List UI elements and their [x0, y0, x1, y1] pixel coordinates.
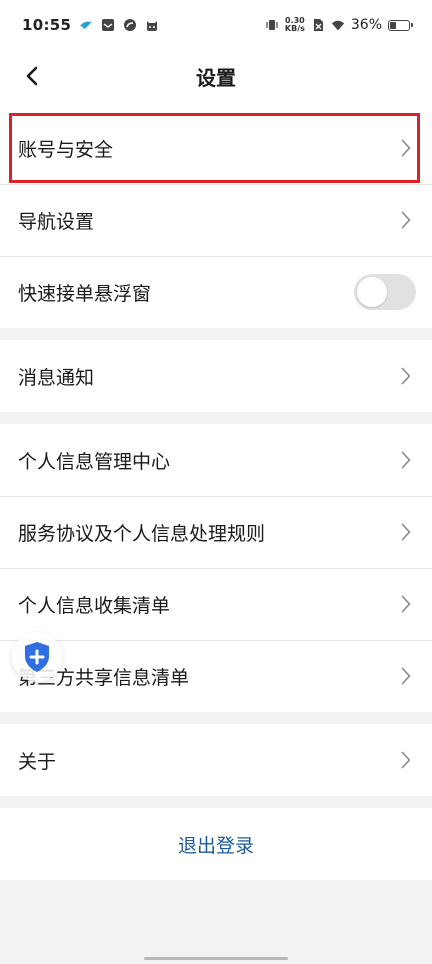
- section-gap: [0, 328, 432, 340]
- section-gap: [0, 412, 432, 424]
- home-indicator: [144, 957, 288, 960]
- top-spacer: [0, 102, 432, 112]
- battery-fill: [390, 21, 396, 29]
- chevron-left-icon: [26, 66, 38, 86]
- page-title: 设置: [196, 65, 236, 90]
- section-gap: [0, 796, 432, 808]
- service-agreement-label: 服务协议及个人信息处理规则: [18, 522, 266, 545]
- logout-button[interactable]: 退出登录: [0, 808, 432, 880]
- about-row[interactable]: 关于: [0, 724, 432, 796]
- chevron-right-icon: [398, 450, 414, 470]
- sim-off-icon: [311, 18, 325, 32]
- message-notification-label: 消息通知: [18, 366, 95, 389]
- chevron-right-icon: [398, 666, 414, 686]
- section-gap: [0, 712, 432, 724]
- personal-info-center-row[interactable]: 个人信息管理中心: [0, 424, 432, 496]
- chevron-right-icon: [398, 522, 414, 542]
- about-label: 关于: [18, 750, 57, 773]
- chevron-right-icon: [398, 366, 414, 386]
- bird-icon: [79, 18, 93, 32]
- quick-order-float-label: 快速接单悬浮窗: [18, 282, 152, 305]
- net-speed-unit: KB/s: [284, 24, 305, 33]
- status-right: 0.30 KB/s 36%: [265, 17, 413, 33]
- quick-order-float-row: 快速接单悬浮窗: [0, 256, 432, 328]
- logout-label: 退出登录: [177, 834, 254, 857]
- vibrate-icon: [265, 18, 279, 32]
- floating-shield-button[interactable]: [12, 632, 62, 682]
- navigation-settings-label: 导航设置: [18, 210, 95, 233]
- message-notification-row[interactable]: 消息通知: [0, 340, 432, 412]
- cat-icon: [145, 18, 159, 32]
- account-security-label: 账号与安全: [18, 138, 114, 161]
- chevron-right-icon: [398, 594, 414, 614]
- toggle-knob: [357, 277, 387, 307]
- mail-icon: [101, 18, 115, 32]
- service-agreement-row[interactable]: 服务协议及个人信息处理规则: [0, 496, 432, 568]
- personal-info-list-label: 个人信息收集清单: [18, 594, 171, 617]
- account-security-row[interactable]: 账号与安全: [0, 112, 432, 184]
- third-party-list-row[interactable]: 第三方共享信息清单: [0, 640, 432, 712]
- chevron-right-icon: [398, 138, 414, 158]
- notification-group: 消息通知: [0, 340, 432, 412]
- navigation-settings-row[interactable]: 导航设置: [0, 184, 432, 256]
- shield-plus-icon: [25, 642, 49, 672]
- net-speed: 0.30 KB/s: [285, 17, 305, 33]
- battery-icon: [388, 19, 413, 31]
- privacy-group: 个人信息管理中心 服务协议及个人信息处理规则 个人信息收集清单 第三方共享信息清…: [0, 424, 432, 712]
- quick-order-float-toggle[interactable]: [354, 274, 416, 310]
- nav-bar: 设置: [0, 50, 432, 102]
- chevron-right-icon: [398, 750, 414, 770]
- personal-info-center-label: 个人信息管理中心: [18, 450, 171, 473]
- battery-percent: 36%: [350, 17, 382, 33]
- back-button[interactable]: [14, 58, 50, 94]
- wifi-icon: [331, 18, 345, 32]
- status-bar: 10:55 0.30 KB/s 36%: [0, 0, 432, 50]
- status-left: 10:55: [22, 16, 159, 34]
- about-group: 关于: [0, 724, 432, 796]
- chevron-right-icon: [398, 210, 414, 230]
- account-group: 账号与安全 导航设置 快速接单悬浮窗: [0, 112, 432, 328]
- status-time: 10:55: [22, 16, 72, 34]
- personal-info-list-row[interactable]: 个人信息收集清单: [0, 568, 432, 640]
- swirl-icon: [123, 18, 137, 32]
